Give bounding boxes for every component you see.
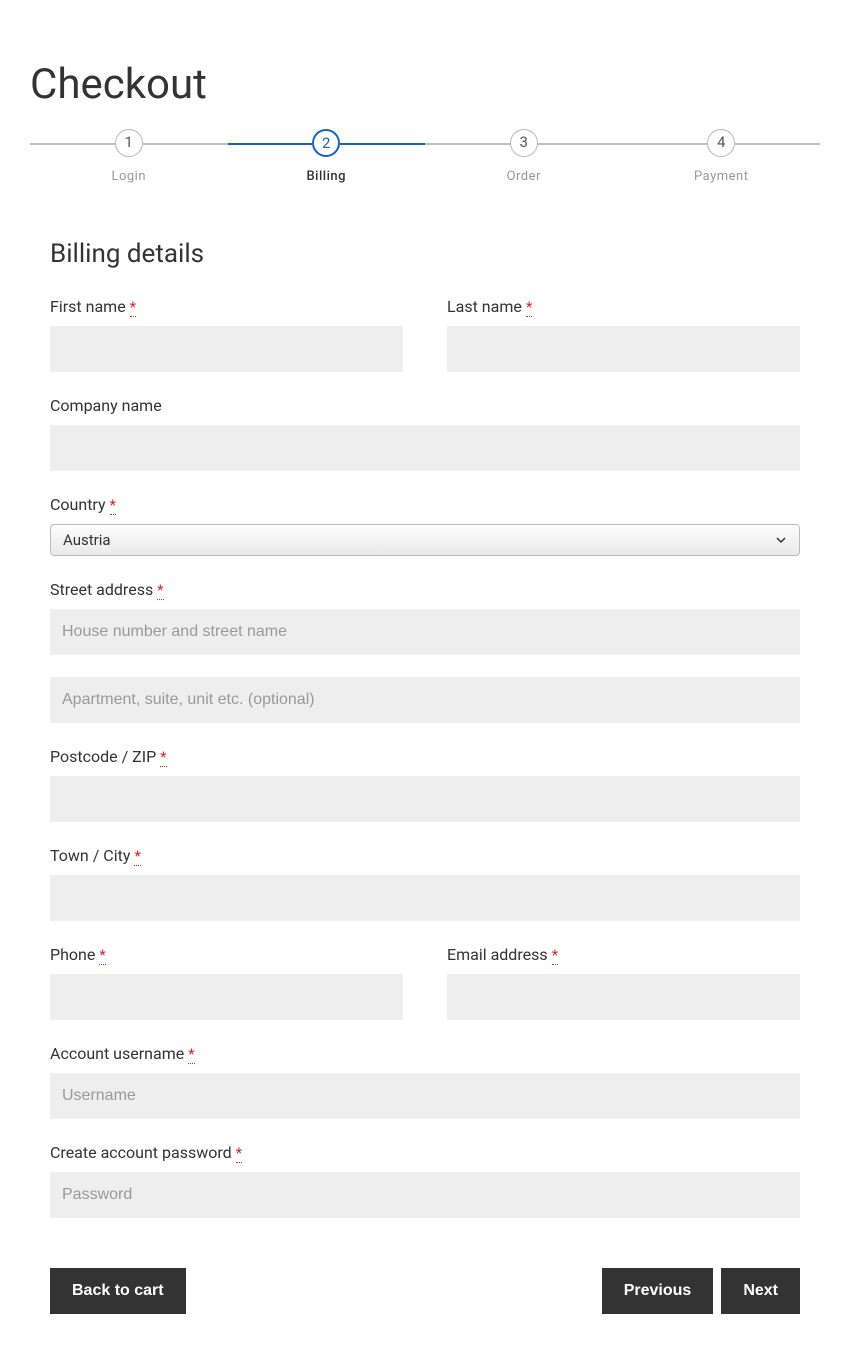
password-label: Create account password *	[50, 1143, 800, 1162]
required-mark: *	[130, 298, 136, 317]
next-button[interactable]: Next	[721, 1268, 800, 1314]
town-field-wrap: Town / City *	[50, 846, 800, 921]
step-label: Payment	[694, 169, 748, 184]
email-input[interactable]	[447, 974, 800, 1020]
step-circle: 3	[510, 129, 538, 157]
chevron-down-icon	[775, 534, 787, 546]
postcode-field-wrap: Postcode / ZIP *	[50, 747, 800, 822]
step-label: Order	[507, 169, 541, 184]
first-name-field-wrap: First name *	[50, 297, 403, 372]
company-field-wrap: Company name	[50, 396, 800, 471]
phone-input[interactable]	[50, 974, 403, 1020]
step-login[interactable]: 1 Login	[30, 129, 228, 184]
required-mark: *	[236, 1144, 242, 1163]
required-mark: *	[552, 946, 558, 965]
required-mark: *	[134, 847, 140, 866]
street-label: Street address *	[50, 580, 800, 599]
country-select[interactable]: Austria	[50, 524, 800, 556]
last-name-label: Last name *	[447, 297, 800, 316]
first-name-input[interactable]	[50, 326, 403, 372]
required-mark: *	[526, 298, 532, 317]
username-label: Account username *	[50, 1044, 800, 1063]
town-input[interactable]	[50, 875, 800, 921]
required-mark: *	[188, 1045, 194, 1064]
step-order[interactable]: 3 Order	[425, 129, 623, 184]
required-mark: *	[160, 748, 166, 767]
company-label: Company name	[50, 396, 800, 415]
action-bar: Back to cart Previous Next	[30, 1268, 820, 1314]
step-payment[interactable]: 4 Payment	[623, 129, 821, 184]
email-field-wrap: Email address *	[447, 945, 800, 1020]
first-name-label: First name *	[50, 297, 403, 316]
country-select-value: Austria	[63, 531, 775, 549]
step-circle: 4	[707, 129, 735, 157]
step-billing[interactable]: 2 Billing	[228, 129, 426, 184]
checkout-stepper: 1 Login 2 Billing 3 Order 4 Payment	[30, 129, 820, 184]
step-label: Login	[111, 169, 146, 184]
required-mark: *	[110, 496, 116, 515]
last-name-field-wrap: Last name *	[447, 297, 800, 372]
page-title: Checkout	[30, 60, 820, 109]
back-to-cart-button[interactable]: Back to cart	[50, 1268, 186, 1314]
company-input[interactable]	[50, 425, 800, 471]
last-name-input[interactable]	[447, 326, 800, 372]
section-title: Billing details	[50, 239, 800, 269]
phone-label: Phone *	[50, 945, 403, 964]
step-circle: 1	[115, 129, 143, 157]
postcode-label: Postcode / ZIP *	[50, 747, 800, 766]
street-address-2-input[interactable]	[50, 677, 800, 723]
country-field-wrap: Country * Austria	[50, 495, 800, 556]
required-mark: *	[99, 946, 105, 965]
step-label: Billing	[306, 169, 346, 184]
username-field-wrap: Account username *	[50, 1044, 800, 1119]
required-mark: *	[157, 581, 163, 600]
nav-button-group: Previous Next	[602, 1268, 800, 1314]
password-field-wrap: Create account password *	[50, 1143, 800, 1218]
previous-button[interactable]: Previous	[602, 1268, 714, 1314]
phone-field-wrap: Phone *	[50, 945, 403, 1020]
password-input[interactable]	[50, 1172, 800, 1218]
email-label: Email address *	[447, 945, 800, 964]
street-field-wrap: Street address *	[50, 580, 800, 723]
step-circle: 2	[312, 129, 340, 157]
postcode-input[interactable]	[50, 776, 800, 822]
town-label: Town / City *	[50, 846, 800, 865]
country-label: Country *	[50, 495, 800, 514]
username-input[interactable]	[50, 1073, 800, 1119]
street-address-1-input[interactable]	[50, 609, 800, 655]
